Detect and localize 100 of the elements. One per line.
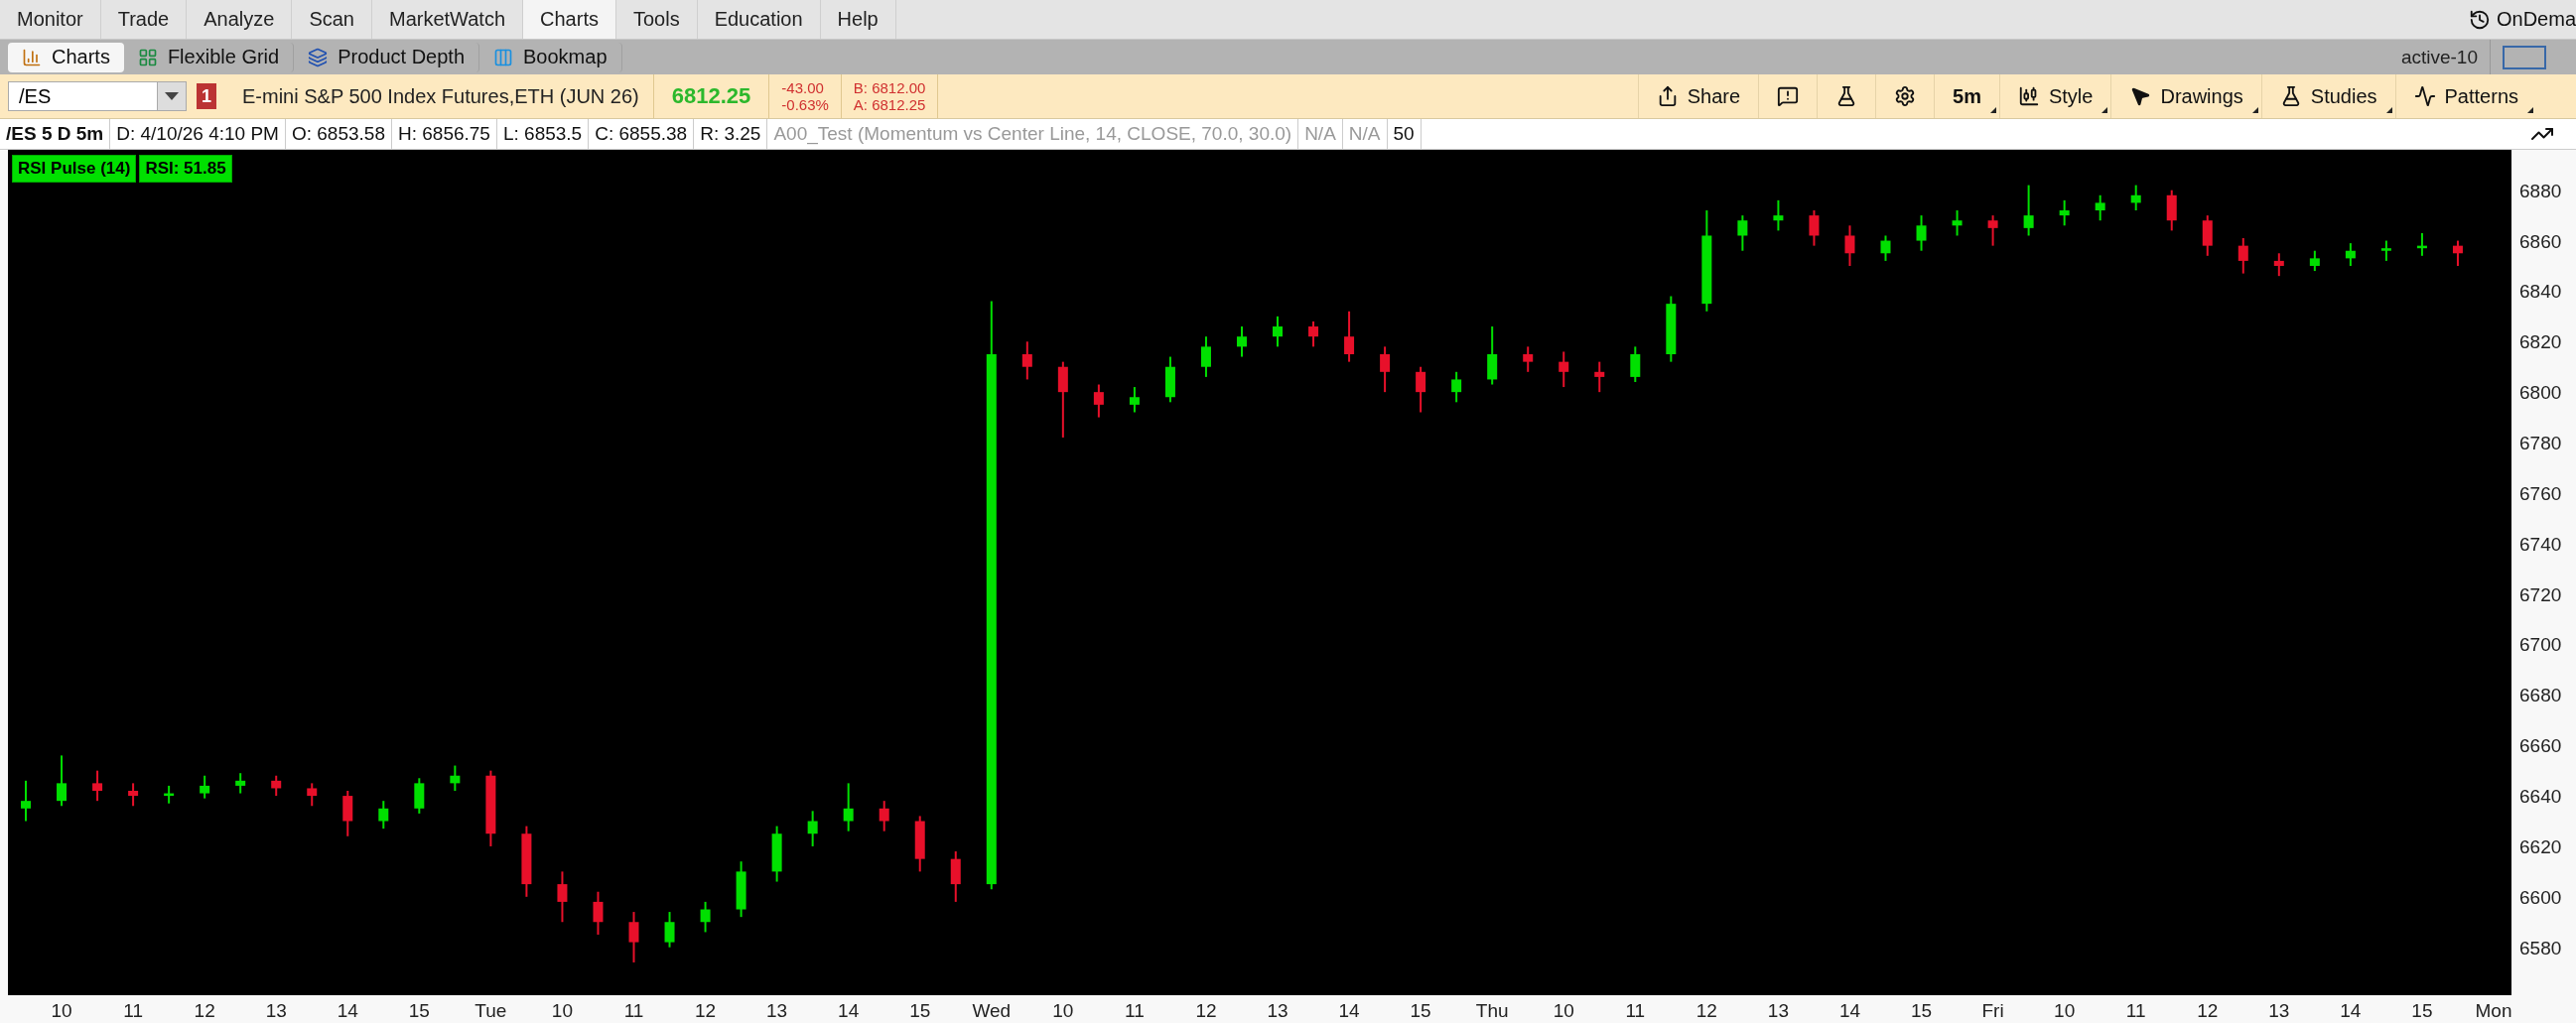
candle xyxy=(1880,234,1891,262)
candle xyxy=(1487,325,1498,386)
sub-tab[interactable]: Product Depth xyxy=(294,42,480,72)
candle xyxy=(57,754,68,808)
axis-label: 6700 xyxy=(2519,634,2562,656)
candle xyxy=(1773,198,1784,232)
toolbar-button[interactable]: Share xyxy=(1637,74,1759,118)
axis-label: 15 xyxy=(1410,1000,1431,1021)
info-value: /ES 5 D 5m xyxy=(0,118,111,149)
dropdown-icon xyxy=(165,92,179,101)
info-value: H: 6856.75 xyxy=(391,118,497,149)
axis-label: 6760 xyxy=(2519,482,2562,504)
ask-price: A: 6812.25 xyxy=(853,96,926,114)
candle xyxy=(2309,249,2320,273)
candle xyxy=(1200,335,1211,378)
info-value: 50 xyxy=(1387,118,1422,149)
symbol-field[interactable]: /ES xyxy=(8,81,187,112)
candle xyxy=(378,800,389,831)
axis-label: 6580 xyxy=(2519,937,2562,959)
candle xyxy=(21,779,31,823)
toolbar-button[interactable]: Patterns xyxy=(2394,74,2536,118)
toolbar-button[interactable]: 5m xyxy=(1934,74,1999,118)
menu-tab[interactable]: Charts xyxy=(523,0,616,40)
candle xyxy=(307,782,318,808)
columns-icon xyxy=(493,47,514,67)
candle xyxy=(1164,355,1175,404)
candle xyxy=(1273,315,1283,348)
axis-label: 10 xyxy=(1052,1000,1074,1021)
ondemand-button[interactable]: OnDema xyxy=(2468,0,2576,40)
layout-button[interactable] xyxy=(2503,45,2546,69)
candle xyxy=(92,769,103,803)
message-alert-icon xyxy=(1777,85,1800,108)
candle xyxy=(2452,239,2463,267)
zigzag-icon xyxy=(2413,85,2436,108)
candle xyxy=(1666,295,1677,363)
axis-label: 14 xyxy=(1838,1000,1861,1021)
candle xyxy=(1308,320,1319,348)
axis-label: Thu xyxy=(1475,1000,1509,1021)
axis-label: Fri xyxy=(1981,1000,2004,1021)
candle xyxy=(1630,345,1641,383)
toolbar-button[interactable]: Style xyxy=(1998,74,2111,118)
candle xyxy=(950,850,961,903)
candle xyxy=(164,784,175,805)
candle xyxy=(664,911,675,949)
axis-label: 15 xyxy=(2411,1000,2433,1021)
candle xyxy=(1809,209,1820,247)
toolbar-button[interactable]: Drawings xyxy=(2110,74,2261,118)
axis-label: 6660 xyxy=(2519,735,2562,757)
alert-badge[interactable]: 1 xyxy=(197,83,216,110)
axis-label: Wed xyxy=(972,1000,1012,1021)
axis-label: 11 xyxy=(2125,1000,2146,1021)
axis-label: 6620 xyxy=(2519,835,2562,857)
axis-label: 15 xyxy=(1910,1000,1933,1021)
candle xyxy=(2237,237,2248,275)
sub-tab[interactable]: Bookmap xyxy=(479,42,622,72)
candle xyxy=(914,815,925,873)
info-value: C: 6855.38 xyxy=(589,118,695,149)
candle xyxy=(1916,214,1927,252)
candle xyxy=(1952,209,1963,237)
layers-icon xyxy=(308,47,329,67)
percent-change: -0.63% xyxy=(781,96,829,114)
candle xyxy=(1416,365,1426,414)
candle xyxy=(700,900,711,934)
axis-label: Mon xyxy=(2475,1000,2512,1021)
toolbar-button[interactable]: Studies xyxy=(2260,74,2395,118)
candle xyxy=(771,825,782,883)
study-label: RSI: 51.85 xyxy=(139,155,232,183)
info-value: O: 6853.58 xyxy=(285,118,392,149)
axis-label: 13 xyxy=(1767,1000,1789,1021)
candle xyxy=(1737,214,1748,252)
candle xyxy=(1451,370,1462,404)
axis-label: 11 xyxy=(623,1000,644,1021)
axis-label: 6840 xyxy=(2519,281,2562,303)
sub-tab[interactable]: Charts xyxy=(8,42,124,72)
candlestick-icon xyxy=(2017,85,2040,108)
candle xyxy=(2059,198,2070,227)
candle xyxy=(2345,242,2356,267)
last-price: 6812.25 xyxy=(653,74,770,118)
sub-tab[interactable]: Flexible Grid xyxy=(123,42,295,72)
candle xyxy=(628,911,639,963)
axis-label: 12 xyxy=(695,1000,717,1021)
axis-label: 12 xyxy=(1195,1000,1217,1021)
axis-label: 6600 xyxy=(2519,886,2562,908)
candle xyxy=(2202,214,2213,257)
candle xyxy=(1129,386,1140,414)
candle xyxy=(1093,383,1104,419)
history-icon xyxy=(2468,8,2491,31)
candle xyxy=(1021,340,1032,381)
candle xyxy=(2416,231,2427,257)
bar-chart-icon xyxy=(22,47,42,67)
axis-label: 13 xyxy=(2268,1000,2290,1021)
candle xyxy=(879,800,889,832)
axis-label: Tue xyxy=(475,1000,507,1021)
axis-label: 10 xyxy=(2054,1000,2076,1021)
candle xyxy=(843,782,854,832)
axis-label: 10 xyxy=(51,1000,72,1021)
axis-label: 6720 xyxy=(2519,583,2562,605)
candle xyxy=(557,870,568,924)
axis-label: 14 xyxy=(2340,1000,2362,1021)
axis-label: 11 xyxy=(1625,1000,1646,1021)
